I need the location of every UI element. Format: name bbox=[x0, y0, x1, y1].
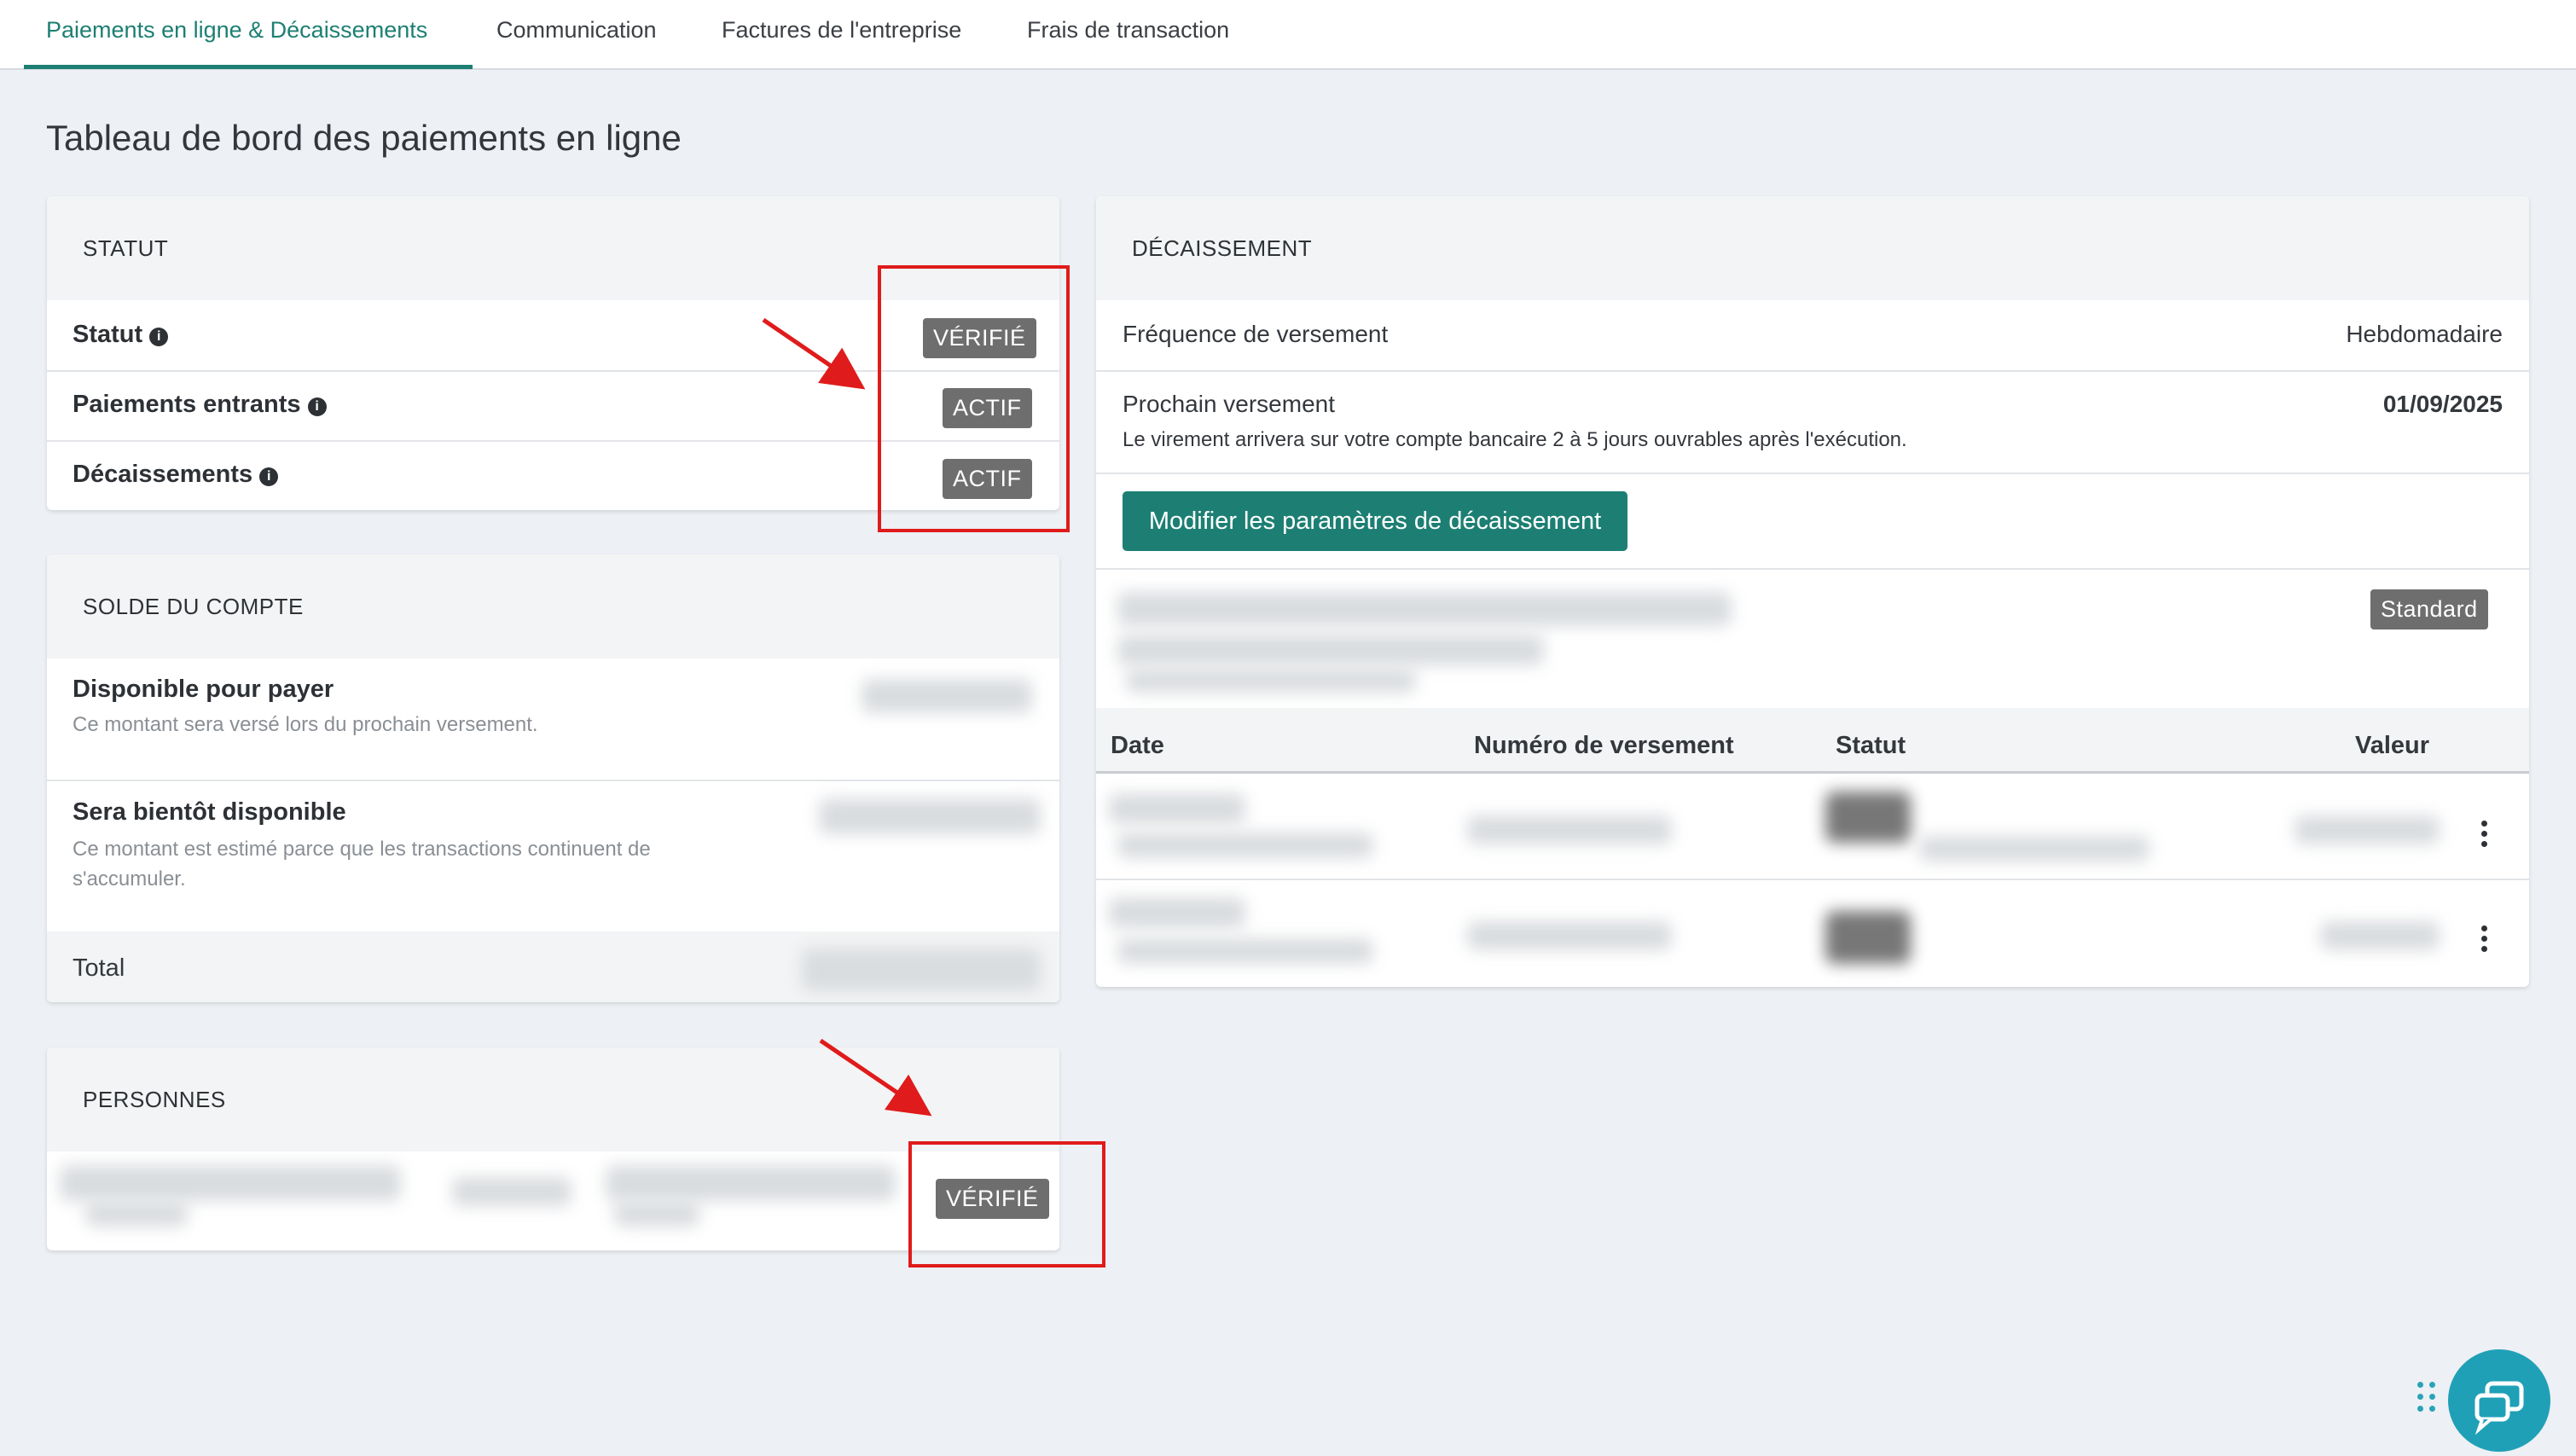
drag-handle-icon[interactable] bbox=[2417, 1382, 2438, 1419]
chat-button[interactable] bbox=[2448, 1349, 2550, 1452]
annotation-arrow-status bbox=[762, 317, 866, 390]
chat-icon bbox=[2474, 1381, 2524, 1436]
annotation-arrow-persons bbox=[819, 1038, 932, 1117]
annotation-arrows bbox=[762, 317, 932, 1117]
